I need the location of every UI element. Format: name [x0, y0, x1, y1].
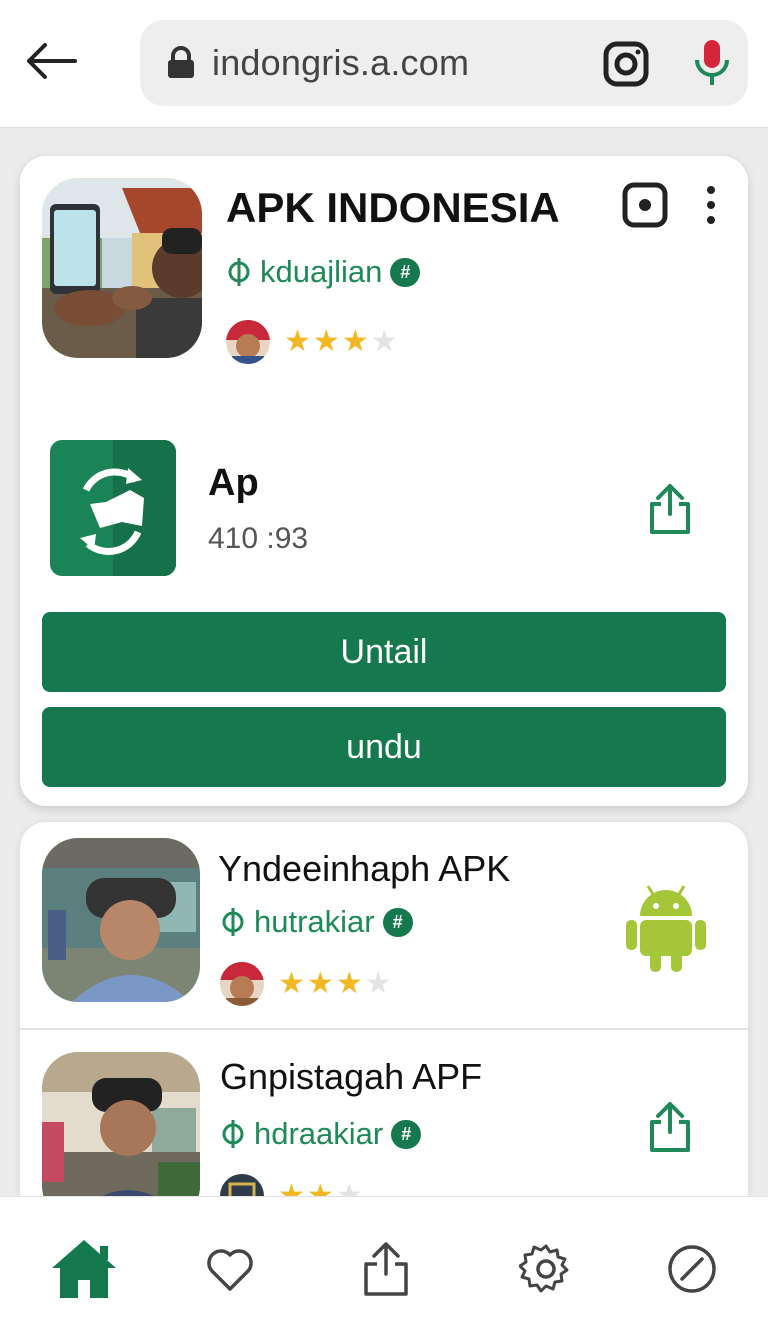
arrow-left-icon — [27, 43, 77, 79]
developer-icon — [228, 258, 250, 286]
star-icon: ★ — [306, 967, 334, 1000]
nav-favorites[interactable] — [194, 1233, 266, 1305]
share-icon — [364, 1242, 408, 1296]
share-button[interactable] — [642, 478, 698, 540]
voice-search-button[interactable] — [692, 38, 732, 88]
list-item[interactable]: Yndeeinhaph APK hutrakiar # ★ ★ ★ ★ — [20, 822, 748, 1028]
star-rating: ★ ★ ★ ★ — [278, 969, 392, 999]
back-button[interactable] — [18, 28, 84, 94]
address-bar[interactable]: indongris.a.com — [140, 20, 748, 106]
android-button[interactable] — [620, 874, 712, 978]
developer-icon — [222, 908, 244, 936]
star-icon: ★ — [284, 325, 311, 358]
avatar — [220, 962, 264, 1006]
heart-icon — [207, 1249, 253, 1291]
developer-badge: # — [382, 907, 413, 937]
block-icon — [668, 1245, 716, 1293]
record-button[interactable] — [620, 180, 670, 230]
app-name: Ap — [208, 462, 259, 504]
mic-icon — [695, 40, 729, 85]
star-icon: ★ — [312, 325, 340, 358]
app-title: Yndeeinhaph APK — [218, 848, 511, 889]
gear-icon — [519, 1244, 569, 1293]
nav-blocked[interactable] — [656, 1233, 728, 1305]
app-thumbnail[interactable] — [42, 1052, 200, 1202]
developer-name: kduajlian — [260, 254, 383, 289]
star-icon: ★ — [370, 325, 398, 358]
nav-share[interactable] — [350, 1233, 422, 1305]
developer-name: hdraakiar — [254, 1116, 384, 1151]
star-icon: ★ — [278, 967, 305, 1000]
share-icon — [650, 484, 690, 534]
bottom-navigation — [0, 1196, 768, 1344]
app-title: Gnpistagah APF — [220, 1056, 483, 1097]
developer-name: hutrakiar — [254, 904, 375, 939]
star-icon: ★ — [341, 325, 369, 358]
developer-badge: # — [391, 1119, 422, 1149]
share-button[interactable] — [642, 1096, 698, 1158]
download-button[interactable]: undu — [42, 707, 726, 787]
app-size: 410 :93 — [208, 522, 309, 555]
developer-badge: # — [390, 257, 421, 287]
browser-toolbar: indongris.a.com — [0, 0, 768, 128]
developer-row[interactable]: hdraakiar # — [220, 1116, 422, 1152]
rating-row: ★ ★ ★ ★ — [220, 962, 392, 1006]
featured-developer-row[interactable]: kduajlian # — [226, 254, 421, 290]
android-icon — [626, 885, 706, 972]
featured-rating: ★ ★ ★ ★ — [226, 320, 398, 364]
developer-row[interactable]: hutrakiar # — [220, 904, 413, 940]
featured-app-card: APK INDONESIA kduajlian # ★ ★ ★ ★ Ap 410… — [20, 156, 748, 806]
app-list: Yndeeinhaph APK hutrakiar # ★ ★ ★ ★ Gnpi… — [20, 822, 748, 1202]
url-text[interactable]: indongris.a.com — [212, 42, 469, 84]
camera-button[interactable] — [602, 40, 650, 88]
nav-settings[interactable] — [510, 1233, 582, 1305]
featured-thumbnail[interactable] — [42, 178, 202, 358]
share-icon — [650, 1102, 690, 1152]
star-icon: ★ — [364, 967, 392, 1000]
home-icon — [52, 1240, 116, 1298]
more-options-button[interactable] — [698, 180, 724, 230]
star-icon: ★ — [335, 967, 363, 1000]
nav-home[interactable] — [48, 1233, 120, 1305]
install-button[interactable]: Untail — [42, 612, 726, 692]
avatar — [226, 320, 270, 364]
instagram-icon — [603, 41, 649, 87]
featured-title: APK INDONESIA — [226, 184, 560, 231]
lock-icon — [168, 46, 194, 78]
record-icon — [622, 182, 668, 228]
developer-icon — [222, 1120, 244, 1148]
app-thumbnail[interactable] — [42, 838, 200, 1002]
star-rating: ★ ★ ★ ★ — [284, 327, 398, 357]
more-vertical-icon — [707, 186, 715, 224]
list-item[interactable]: Gnpistagah APF hdraakiar # ★ ★ ★ — [20, 1030, 748, 1202]
app-icon[interactable] — [50, 440, 176, 576]
